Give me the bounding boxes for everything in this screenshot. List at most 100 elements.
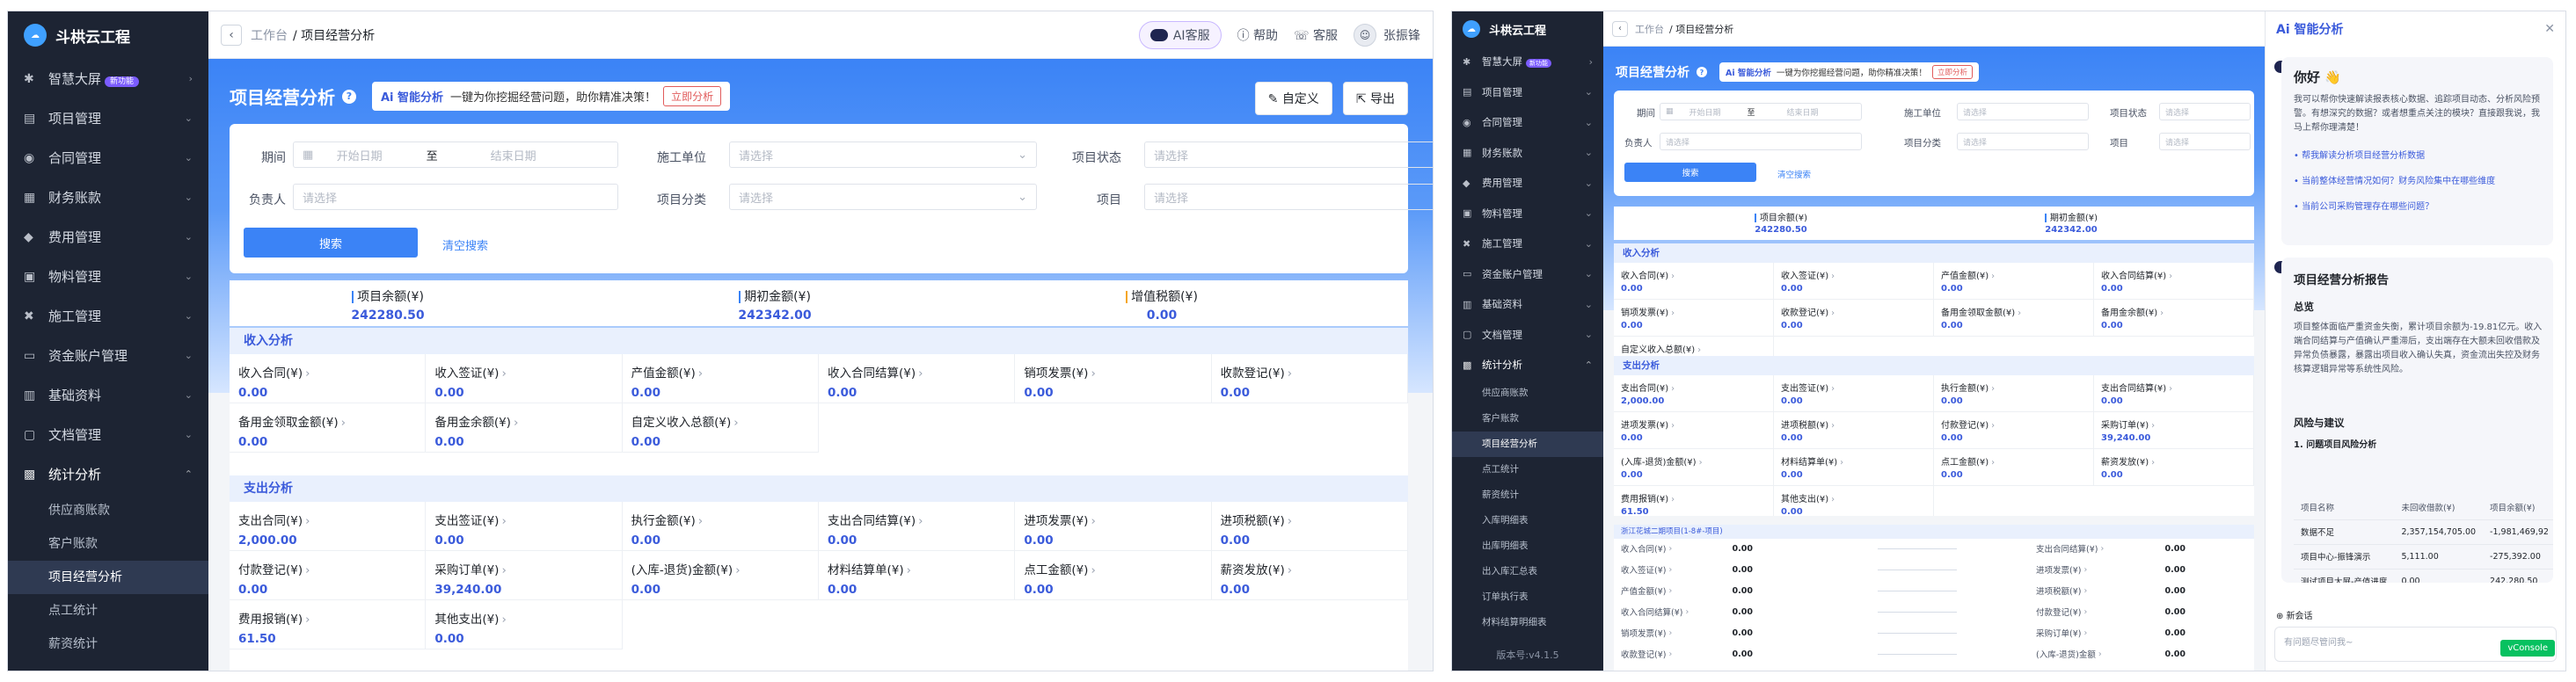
income-metric-cell[interactable]: 产值金额(¥) › 0.00 xyxy=(622,354,819,403)
sidebar-sub-item[interactable]: 客户账款 xyxy=(1452,406,1603,432)
income-metric-cell[interactable]: 备用金余额(¥) › 0.00 xyxy=(426,403,623,453)
expense-metric-cell[interactable]: 点工金额(¥) › 0.00 xyxy=(1015,551,1212,600)
expense-metric-cell[interactable]: (入库-退货)金额(¥) › 0.00 xyxy=(1614,449,1774,486)
sidebar-item-document[interactable]: ▢ 文档管理 ⌄ xyxy=(1452,320,1603,351)
sidebar-item-expense[interactable]: ◆ 费用管理 ⌄ xyxy=(1452,168,1603,199)
income-metric-cell[interactable]: 销项发票(¥) › 0.00 xyxy=(1614,300,1774,337)
category-select[interactable]: 请选择 ⌄ xyxy=(729,184,1037,210)
income-metric-cell[interactable]: 销项发票(¥) › 0.00 xyxy=(1015,354,1212,403)
clear-search-link[interactable]: 清空搜索 xyxy=(1777,168,1811,180)
expense-metric-cell[interactable]: 支出合同结算(¥) › 0.00 xyxy=(818,502,1016,551)
vconsole-button[interactable]: vConsole xyxy=(2500,640,2555,657)
expense-metric-cell[interactable]: 进项发票(¥) › 0.00 xyxy=(1015,502,1212,551)
clear-search-link[interactable]: 清空搜索 xyxy=(442,236,488,253)
income-metric-cell[interactable]: 收款登记(¥) › 0.00 xyxy=(1211,354,1408,403)
income-metric-cell[interactable]: 收入合同结算(¥) › 0.00 xyxy=(818,354,1016,403)
project-row[interactable]: 收入签证(¥) › 0.00 xyxy=(1621,563,1753,577)
back-button[interactable]: ‹ xyxy=(221,24,242,46)
date-range-input[interactable]: ▦ 开始日期 至 结束日期 xyxy=(293,141,618,168)
sidebar-item-construction[interactable]: ✖ 施工管理 ⌄ xyxy=(8,296,208,336)
export-button[interactable]: ⇱ 导出 xyxy=(1342,82,1408,115)
app-brand[interactable]: ☁ 斗栱云工程 xyxy=(8,11,208,59)
expense-metric-cell[interactable]: 支出签证(¥) › 0.00 xyxy=(1774,375,1934,412)
sidebar-item-document[interactable]: ▢ 文档管理 ⌄ xyxy=(8,415,208,454)
help-link[interactable]: ⓘ 帮助 xyxy=(1237,26,1278,44)
sidebar-item-material[interactable]: ▣ 物料管理 ⌄ xyxy=(1452,199,1603,229)
income-metric-cell[interactable]: 收入合同结算(¥) › 0.00 xyxy=(2094,263,2254,300)
unit-select[interactable]: 请选择 ⌄ xyxy=(729,141,1037,168)
sidebar-sub-item[interactable]: 供应商账款 xyxy=(1452,381,1603,406)
expense-metric-cell[interactable]: 进项税额(¥) › 0.00 xyxy=(1774,412,1934,449)
sidebar-item-construction[interactable]: ✖ 施工管理 ⌄ xyxy=(1452,229,1603,259)
ai-suggestion-2[interactable]: • 当前整体经营情况如何？财务风险集中在哪些维度 xyxy=(2294,173,2543,186)
question-icon[interactable]: ? xyxy=(342,89,356,104)
unit-select[interactable]: 请选择 xyxy=(1957,103,2089,120)
expense-metric-cell[interactable]: 采购订单(¥) › 39,240.00 xyxy=(426,551,623,600)
income-metric-cell[interactable]: 收入合同(¥) › 0.00 xyxy=(230,354,427,403)
sidebar-item-material[interactable]: ▣ 物料管理 ⌄ xyxy=(8,257,208,296)
income-metric-cell[interactable]: 备用金领取金额(¥) › 0.00 xyxy=(230,403,427,453)
expense-metric-cell[interactable]: 进项税额(¥) › 0.00 xyxy=(1211,502,1408,551)
sidebar-sub-item[interactable]: 出库明细表 xyxy=(1452,533,1603,559)
status-select[interactable]: 请选择⌄ xyxy=(1144,141,1433,168)
sidebar-item-account[interactable]: ▭ 资金账户管理 ⌄ xyxy=(8,336,208,375)
expense-metric-cell[interactable]: 其他支出(¥) › 0.00 xyxy=(1774,486,1934,516)
sidebar-item-statistics[interactable]: ▩ 统计分析 ⌃ xyxy=(1452,350,1603,381)
sidebar-item-finance[interactable]: ▦ 财务账款 ⌄ xyxy=(1452,138,1603,169)
project-row[interactable]: 收款登记(¥) › 0.00 xyxy=(1621,648,1753,661)
category-select[interactable]: 请选择 xyxy=(1957,133,2089,150)
search-button[interactable]: 搜索 xyxy=(1624,163,1756,182)
app-brand[interactable]: ☁ 斗栱云工程 xyxy=(1452,11,1603,47)
ai-service-button[interactable]: AI客服 xyxy=(1138,20,1222,49)
income-metric-cell[interactable]: 收款登记(¥) › 0.00 xyxy=(1774,300,1934,337)
income-metric-cell[interactable]: 备用金余额(¥) › 0.00 xyxy=(2094,300,2254,337)
expense-metric-cell[interactable]: 支出合同(¥) › 2,000.00 xyxy=(1614,375,1774,412)
project-row[interactable]: (入库-退货)金额 › 0.00 xyxy=(2036,648,2186,661)
income-metric-cell[interactable]: 收入合同(¥) › 0.00 xyxy=(1614,263,1774,300)
expense-metric-cell[interactable]: 付款登记(¥) › 0.00 xyxy=(230,551,427,600)
expense-metric-cell[interactable]: 进项发票(¥) › 0.00 xyxy=(1614,412,1774,449)
sidebar-sub-item[interactable]: 项目经营分析 xyxy=(1452,431,1603,457)
expense-metric-cell[interactable]: 采购订单(¥) › 39,240.00 xyxy=(2094,412,2254,449)
user-menu[interactable]: ☺ 张振锋 xyxy=(1354,23,1420,47)
sidebar-sub-salary[interactable]: 薪资统计 xyxy=(8,628,208,661)
income-metric-cell[interactable]: 收入签证(¥) › 0.00 xyxy=(1774,263,1934,300)
expense-metric-cell[interactable]: 薪资发放(¥) › 0.00 xyxy=(1211,551,1408,600)
sidebar-item-expense[interactable]: ◆ 费用管理 ⌄ xyxy=(8,217,208,257)
customize-button[interactable]: ✎ 自定义 xyxy=(1254,82,1332,115)
ai-suggestion-3[interactable]: • 当前公司采购管理存在哪些问题？ xyxy=(2294,199,2543,212)
breadcrumb-parent[interactable]: 工作台 xyxy=(1635,22,1664,36)
sidebar-sub-item[interactable]: 订单执行表 xyxy=(1452,584,1603,610)
service-link[interactable]: ☏ 客服 xyxy=(1294,26,1338,44)
expense-metric-cell[interactable]: 执行金额(¥) › 0.00 xyxy=(622,502,819,551)
close-icon[interactable]: ✕ xyxy=(2544,22,2555,36)
project-row[interactable]: 收入合同(¥) › 0.00 xyxy=(1621,542,1753,555)
expense-metric-cell[interactable]: 执行金额(¥) › 0.00 xyxy=(1934,375,2094,412)
sidebar-item-project[interactable]: ▤ 项目管理 ⌄ xyxy=(1452,77,1603,108)
project-row[interactable]: 收入合同结算(¥) › 0.00 xyxy=(1621,606,1753,619)
income-metric-cell[interactable]: 自定义收入总额(¥)›0.00 xyxy=(622,403,819,453)
ai-suggestion-1[interactable]: • 帮我解读分析项目经营分析数据 xyxy=(2294,148,2543,161)
project-row[interactable]: 进项税额(¥) › 0.00 xyxy=(2036,584,2186,598)
sidebar-item-finance[interactable]: ▦ 财务账款 ⌄ xyxy=(8,178,208,217)
project-row[interactable]: 采购订单(¥) › 0.00 xyxy=(2036,627,2186,640)
income-metric-cell[interactable]: 备用金领取金额(¥) › 0.00 xyxy=(1934,300,2094,337)
status-select[interactable]: 请选择 xyxy=(2159,103,2251,120)
income-metric-cell[interactable]: 产值金额(¥) › 0.00 xyxy=(1934,263,2094,300)
sidebar-item-contract[interactable]: ◉ 合同管理 ⌄ xyxy=(1452,107,1603,138)
sidebar-item-dashboard[interactable]: ✱ 智慧大屏 新功能 › xyxy=(1452,47,1603,77)
sidebar-sub-item[interactable]: 薪资统计 xyxy=(1452,482,1603,508)
sidebar-sub-labor[interactable]: 点工统计 xyxy=(8,594,208,628)
project-select[interactable]: 请选择⌄ xyxy=(1144,184,1433,210)
sidebar-item-project[interactable]: ▤ 项目管理 ⌄ xyxy=(8,98,208,138)
sidebar-item-contract[interactable]: ◉ 合同管理 ⌄ xyxy=(8,138,208,178)
question-icon[interactable]: ? xyxy=(1697,67,1707,77)
expense-metric-cell[interactable]: 支出合同结算(¥) › 0.00 xyxy=(2094,375,2254,412)
expense-metric-cell[interactable]: 支出签证(¥) › 0.00 xyxy=(426,502,623,551)
breadcrumb-parent[interactable]: 工作台 xyxy=(251,26,288,44)
sidebar-item-base-data[interactable]: ▥ 基础资料 ⌄ xyxy=(1452,289,1603,320)
sidebar-sub-item[interactable]: 入库明细表 xyxy=(1452,508,1603,533)
project-row[interactable]: 销项发票(¥) › 0.00 xyxy=(1621,627,1753,640)
owner-input[interactable]: 请选择 xyxy=(1660,133,1862,150)
expense-metric-cell[interactable]: 付款登记(¥) › 0.00 xyxy=(1934,412,2094,449)
